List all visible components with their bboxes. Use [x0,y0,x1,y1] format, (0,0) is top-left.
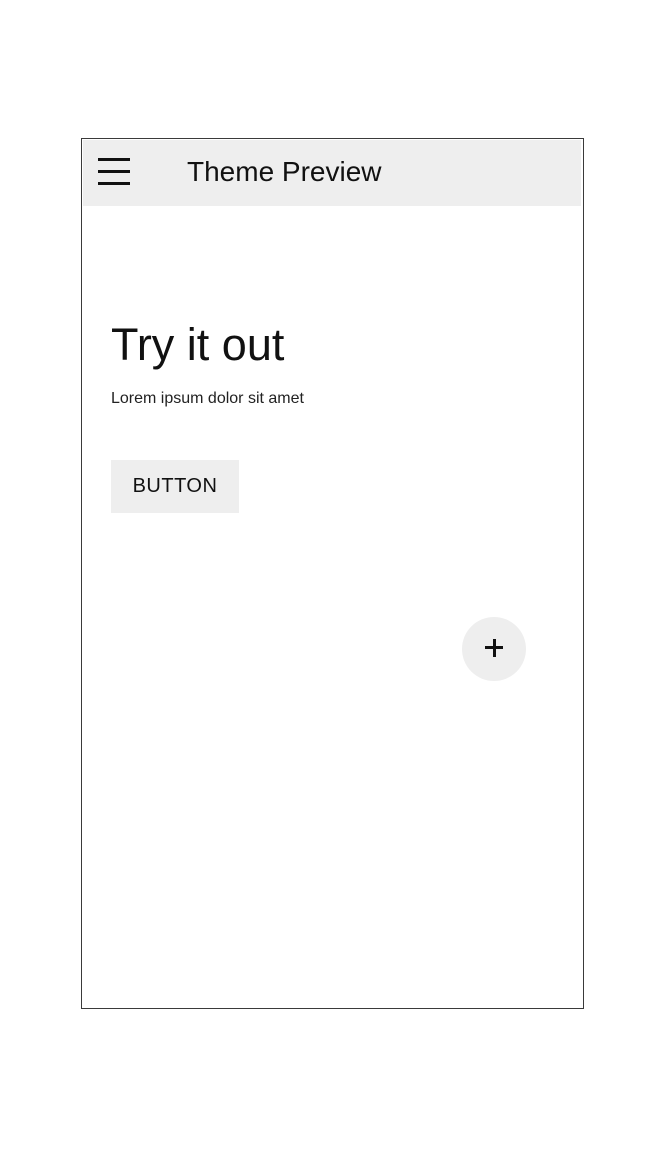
menu-icon[interactable] [98,156,130,188]
app-bar: Theme Preview [83,140,581,206]
menu-icon-bar [98,182,130,185]
menu-icon-bar [98,170,130,173]
body-text: Lorem ipsum dolor sit amet [111,390,304,407]
theme-preview-frame: Theme Preview Try it out Lorem ipsum dol… [81,138,584,1009]
menu-icon-bar [98,158,130,161]
plus-icon-vertical [492,638,496,657]
floating-action-button[interactable] [462,617,526,681]
sample-button[interactable]: BUTTON [111,460,239,513]
page-heading: Try it out [111,319,285,370]
app-bar-title: Theme Preview [187,156,382,187]
